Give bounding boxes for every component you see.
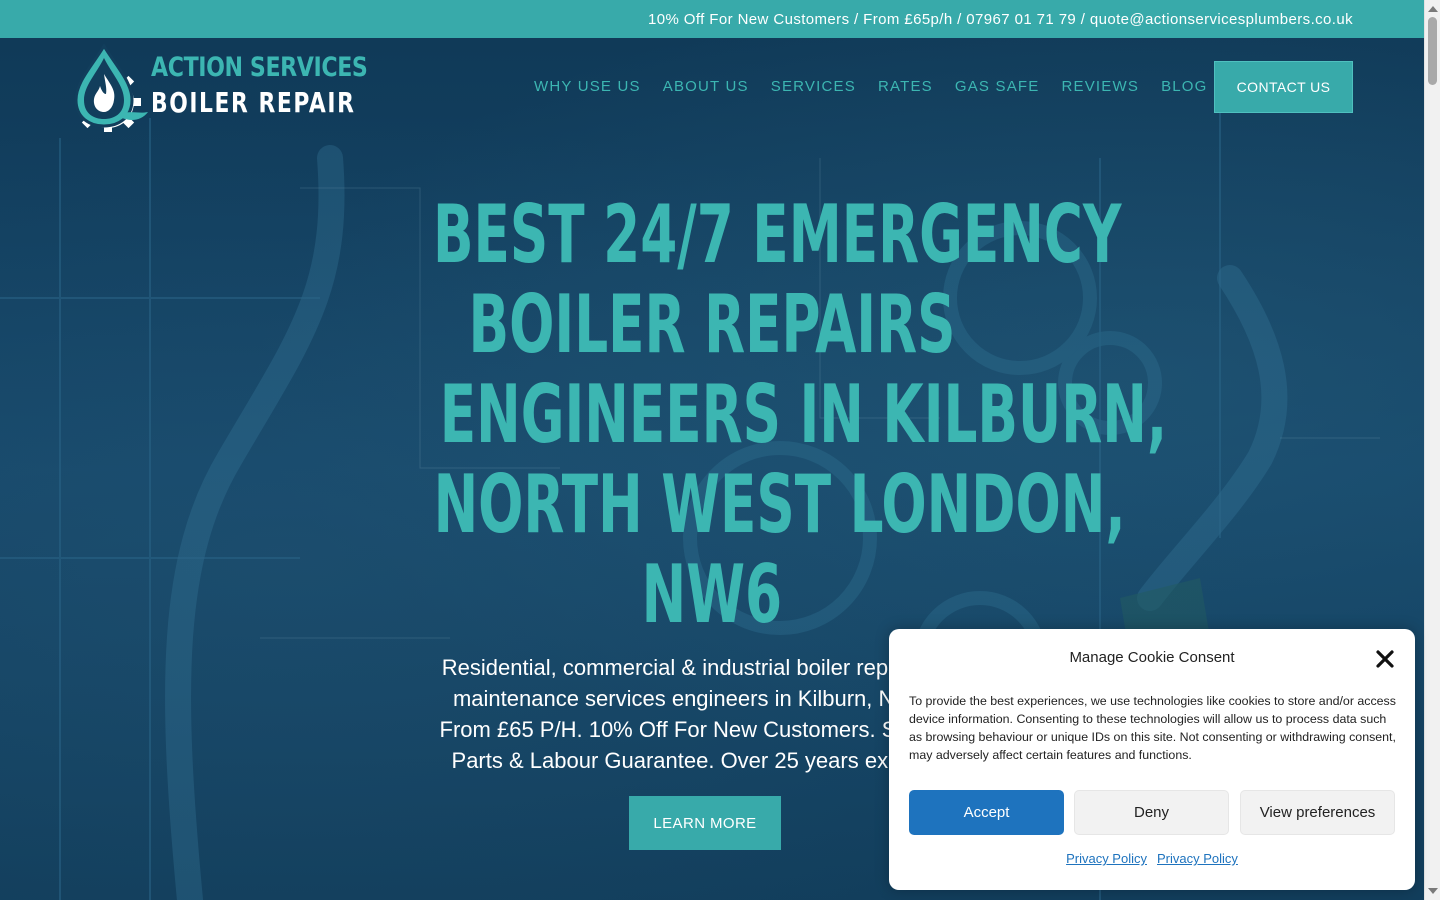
cookie-policy-links: Privacy Policy Privacy Policy — [889, 851, 1415, 866]
hero-headline: BEST 24/7 EMERGENCY BOILER REPAIRS ENGIN… — [312, 190, 1167, 641]
headline-line-5: NW6 — [641, 548, 783, 641]
nav-item-rates[interactable]: RATES — [878, 78, 933, 100]
headline-line-3: ENGINEERS IN KILBURN, — [439, 368, 1168, 461]
logo-text-action-services[interactable]: ACTION SERVICES — [151, 52, 368, 83]
learn-more-button[interactable]: LEARN MORE — [629, 796, 781, 850]
page: 10% Off For New Customers / From £65p/h … — [0, 0, 1440, 900]
headline-line-1: BEST 24/7 EMERGENCY — [432, 188, 1122, 281]
nav-item-about-us[interactable]: ABOUT US — [663, 78, 749, 100]
cookie-consent-dialog: Manage Cookie Consent To provide the bes… — [889, 629, 1415, 890]
nav-item-reviews[interactable]: REVIEWS — [1061, 78, 1139, 100]
accept-button[interactable]: Accept — [909, 790, 1064, 835]
nav-item-why-use-us[interactable]: WHY USE US — [534, 78, 641, 100]
privacy-policy-link-2[interactable]: Privacy Policy — [1157, 851, 1238, 866]
main-navigation: WHY USE US ABOUT US SERVICES RATES GAS S… — [534, 78, 1230, 100]
nav-item-blog[interactable]: BLOG — [1161, 78, 1207, 100]
scroll-up-arrow-icon[interactable] — [1428, 6, 1438, 12]
deny-button[interactable]: Deny — [1074, 790, 1229, 835]
cookie-dialog-title: Manage Cookie Consent — [1069, 649, 1235, 666]
headline-line-2: BOILER REPAIRS — [468, 278, 956, 371]
page-scrollbar[interactable] — [1424, 0, 1440, 900]
privacy-policy-link-1[interactable]: Privacy Policy — [1066, 851, 1147, 866]
nav-item-gas-safe[interactable]: GAS SAFE — [955, 78, 1040, 100]
scrollbar-thumb[interactable] — [1428, 17, 1437, 85]
scroll-down-arrow-icon[interactable] — [1428, 888, 1438, 894]
nav-item-services[interactable]: SERVICES — [771, 78, 856, 100]
view-preferences-button[interactable]: View preferences — [1240, 790, 1395, 835]
contact-us-button[interactable]: CONTACT US — [1214, 61, 1353, 113]
close-icon[interactable] — [1373, 647, 1397, 671]
top-info-text: 10% Off For New Customers / From £65p/h … — [648, 10, 1353, 28]
cookie-dialog-body: To provide the best experiences, we use … — [909, 694, 1396, 762]
top-info-bar: 10% Off For New Customers / From £65p/h … — [0, 0, 1424, 38]
logo-text-boiler-repair[interactable]: BOILER REPAIR — [151, 86, 355, 119]
headline-line-4: NORTH WEST LONDON, — [433, 458, 1126, 551]
